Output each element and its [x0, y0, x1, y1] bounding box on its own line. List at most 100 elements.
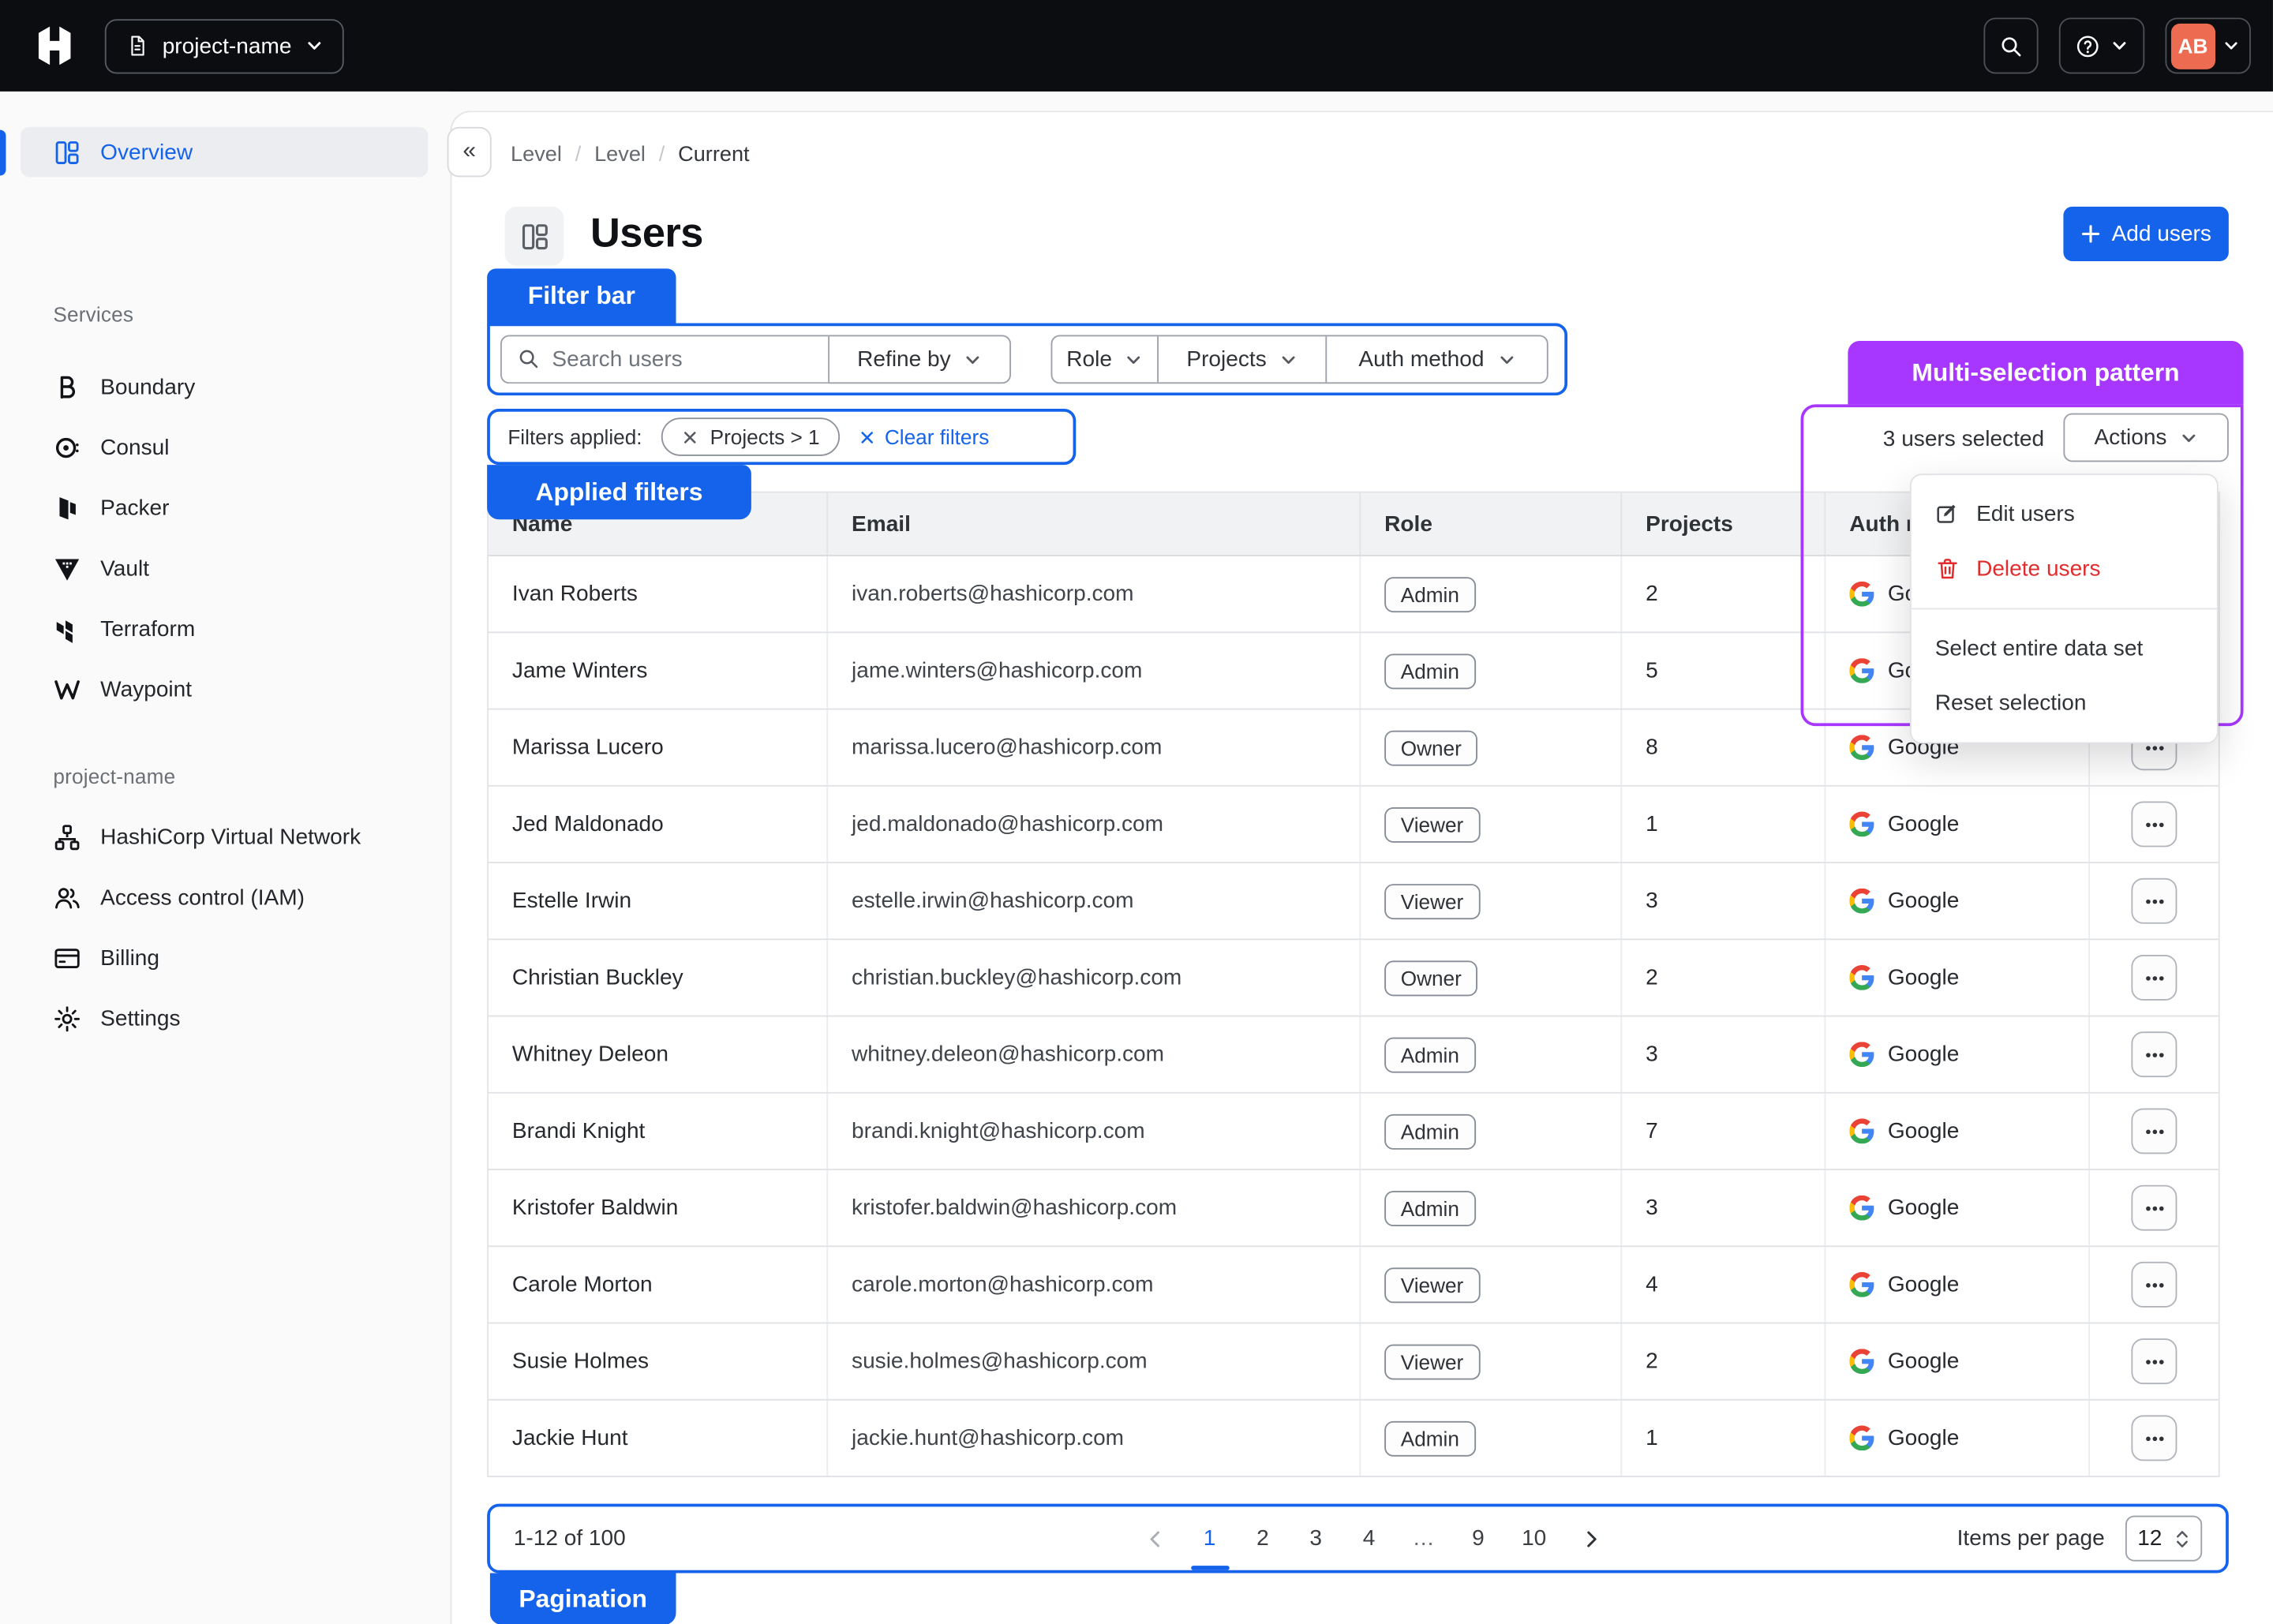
close-icon — [859, 428, 876, 445]
menu-item-edit-users[interactable]: Edit users — [1912, 487, 2217, 541]
row-overflow-menu-button[interactable] — [2131, 955, 2177, 1001]
help-menu-button[interactable] — [2059, 17, 2144, 73]
breadcrumb-link[interactable]: Level — [511, 143, 562, 167]
user-email: jackie.hunt@hashicorp.com — [828, 1401, 1361, 1476]
terraform-icon — [53, 616, 81, 644]
page-number-button[interactable]: 4 — [1359, 1526, 1378, 1551]
global-search-button[interactable] — [1983, 17, 2038, 73]
previous-page-button[interactable] — [1145, 1528, 1166, 1548]
table-row: Estelle Irwin estelle.irwin@hashicorp.co… — [489, 863, 2219, 940]
projects-filter-dropdown[interactable]: Projects — [1157, 336, 1325, 382]
row-overflow-menu-button[interactable] — [2131, 1108, 2177, 1154]
gear-icon — [53, 1005, 81, 1034]
refine-by-dropdown[interactable]: Refine by — [828, 335, 1011, 384]
sidebar-item-vault[interactable]: Vault — [21, 539, 428, 600]
menu-divider — [1912, 608, 2217, 609]
chevron-down-icon — [1125, 350, 1143, 368]
sidebar: Overview Services Boundary Consul — [0, 92, 450, 1624]
sidebar-item-consul[interactable]: Consul — [21, 417, 428, 478]
menu-item-delete-users[interactable]: Delete users — [1912, 541, 2217, 596]
sidebar-item-label: Terraform — [100, 617, 195, 642]
add-users-button[interactable]: Add users — [2063, 207, 2228, 261]
account-menu-button[interactable]: AB — [2165, 17, 2250, 73]
sidebar-item-terraform[interactable]: Terraform — [21, 599, 428, 660]
auth-method-filter-label: Auth method — [1358, 346, 1484, 372]
user-email: brandi.knight@hashicorp.com — [828, 1094, 1361, 1169]
sidebar-item-waypoint[interactable]: Waypoint — [21, 660, 428, 720]
chevron-down-icon — [1497, 350, 1515, 368]
ellipsis-icon — [2142, 1349, 2166, 1373]
sidebar-item-billing[interactable]: Billing — [21, 928, 428, 989]
search-icon — [517, 346, 541, 370]
menu-item-select-entire-data-set[interactable]: Select entire data set — [1912, 621, 2217, 675]
sidebar-item-label: Vault — [100, 556, 149, 582]
google-icon — [1849, 1119, 1874, 1144]
overview-grid-icon — [53, 138, 81, 167]
breadcrumb-separator: / — [575, 143, 582, 167]
row-overflow-menu-button[interactable] — [2131, 1338, 2177, 1384]
actions-dropdown-button[interactable]: Actions — [2063, 413, 2228, 462]
ellipsis-icon — [2142, 1119, 2166, 1143]
row-overflow-menu-button[interactable] — [2131, 1262, 2177, 1308]
trash-icon — [1935, 556, 1960, 582]
page-number-button[interactable]: 3 — [1306, 1526, 1325, 1551]
sidebar-item-hvn[interactable]: HashiCorp Virtual Network — [21, 807, 428, 868]
actions-label: Actions — [2094, 425, 2166, 451]
google-icon — [1849, 1426, 1874, 1451]
row-overflow-menu-button[interactable] — [2131, 1185, 2177, 1231]
annotation-multi-selection: Multi-selection pattern — [1848, 341, 2243, 404]
role-badge: Owner — [1384, 960, 1477, 996]
google-icon — [1849, 658, 1874, 683]
row-overflow-menu-button[interactable] — [2131, 878, 2177, 924]
breadcrumb-link[interactable]: Level — [594, 143, 646, 167]
pagination-range: 1-12 of 100 — [514, 1526, 626, 1551]
sidebar-item-overview[interactable]: Overview — [21, 127, 428, 178]
page-number-button[interactable]: 9 — [1469, 1526, 1488, 1551]
consul-icon — [53, 434, 81, 462]
page-title-icon-tile — [505, 207, 564, 266]
project-switcher[interactable]: project-name — [105, 18, 343, 73]
filter-chip-projects[interactable]: Projects > 1 — [661, 417, 841, 456]
boundary-icon — [53, 373, 81, 402]
sidebar-item-access-control[interactable]: Access control (IAM) — [21, 868, 428, 929]
items-per-page-select[interactable]: 12 — [2125, 1516, 2202, 1562]
annotation-applied-filters: Applied filters — [487, 465, 751, 519]
sidebar-collapse-button[interactable]: « — [447, 127, 492, 178]
packer-icon — [53, 494, 81, 522]
actions-dropdown-menu: Edit users Delete users Select entire da… — [1910, 473, 2219, 743]
filters-applied-label: Filters applied: — [507, 425, 642, 449]
page-number-button[interactable]: 2 — [1253, 1526, 1272, 1551]
column-header-role[interactable]: Role — [1361, 493, 1622, 556]
sidebar-item-packer[interactable]: Packer — [21, 478, 428, 539]
row-overflow-menu-button[interactable] — [2131, 1031, 2177, 1077]
auth-method-value: Google — [1888, 1349, 1959, 1374]
user-name: Susie Holmes — [489, 1323, 828, 1398]
grid-icon — [519, 221, 549, 252]
user-email: estelle.irwin@hashicorp.com — [828, 863, 1361, 938]
row-overflow-menu-button[interactable] — [2131, 1415, 2177, 1461]
table-row: Jed Maldonado jed.maldonado@hashicorp.co… — [489, 787, 2219, 863]
sidebar-item-settings[interactable]: Settings — [21, 989, 428, 1050]
page-number-button[interactable]: 1 — [1200, 1526, 1219, 1551]
annotation-pagination: Pagination — [490, 1573, 676, 1624]
add-users-label: Add users — [2112, 222, 2211, 247]
auth-method-value: Google — [1888, 1119, 1959, 1144]
table-row: Jackie Hunt jackie.hunt@hashicorp.com Ad… — [489, 1401, 2219, 1477]
auth-method-value: Google — [1888, 1196, 1959, 1221]
role-filter-dropdown[interactable]: Role — [1052, 336, 1157, 382]
plus-icon — [2080, 224, 2099, 243]
column-header-projects[interactable]: Projects — [1622, 493, 1826, 556]
page-title: Users — [590, 210, 703, 257]
row-overflow-menu-button[interactable] — [2131, 801, 2177, 847]
search-input[interactable] — [500, 335, 828, 384]
column-header-email[interactable]: Email — [828, 493, 1361, 556]
next-page-button[interactable] — [1580, 1528, 1601, 1548]
page-number-button[interactable]: 10 — [1522, 1526, 1546, 1551]
user-name: Jame Winters — [489, 633, 828, 708]
sidebar-item-boundary[interactable]: Boundary — [21, 357, 428, 418]
menu-item-reset-selection[interactable]: Reset selection — [1912, 676, 2217, 731]
clear-filters-button[interactable]: Clear filters — [859, 425, 989, 449]
auth-method-filter-dropdown[interactable]: Auth method — [1325, 336, 1547, 382]
top-navbar: project-name AB — [0, 0, 2273, 92]
user-email: christian.buckley@hashicorp.com — [828, 940, 1361, 1015]
